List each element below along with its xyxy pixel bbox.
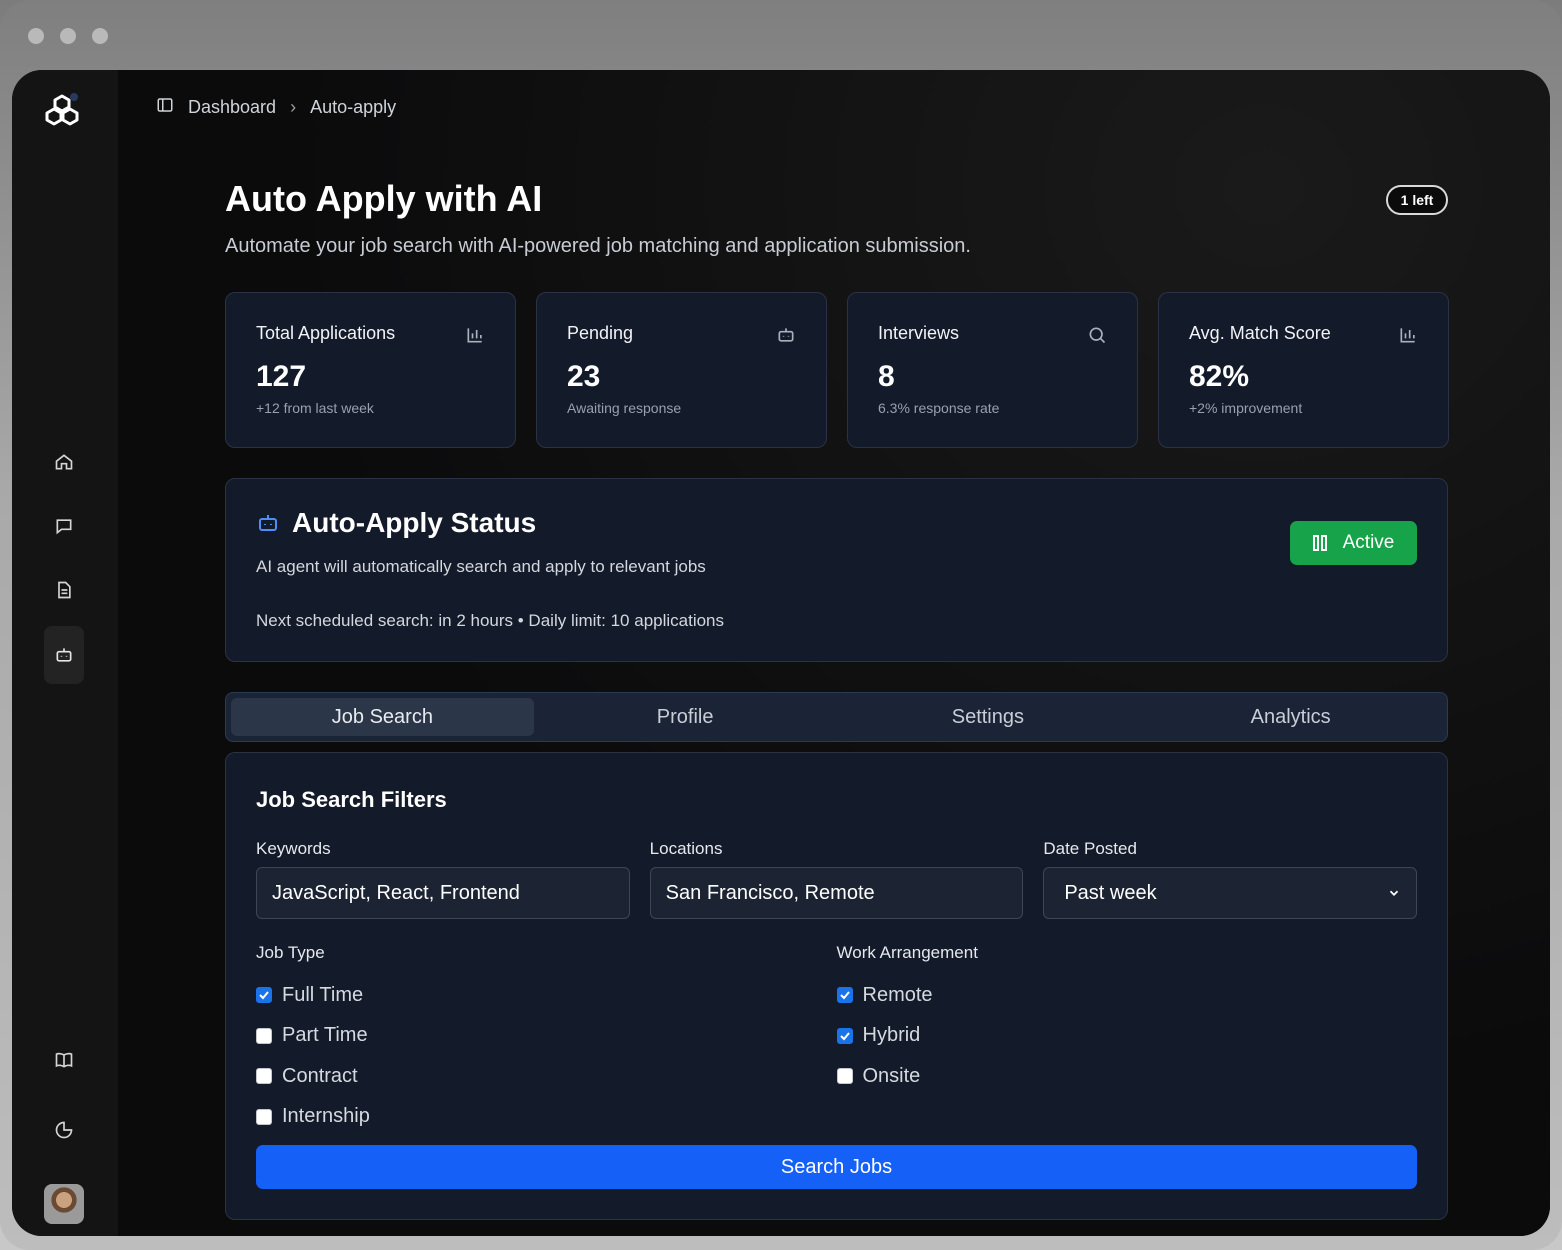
breadcrumb: Dashboard › Auto-apply bbox=[156, 96, 396, 119]
stat-sub: +12 from last week bbox=[256, 400, 374, 416]
active-label: Active bbox=[1342, 532, 1395, 553]
chevron-right-icon: › bbox=[290, 97, 297, 117]
locations-label: Locations bbox=[649, 839, 723, 858]
nav-book-icon[interactable] bbox=[44, 1040, 84, 1080]
minimize-dot[interactable] bbox=[60, 28, 76, 44]
work-arrangement-group: Work Arrangement Remote Hybrid Onsite bbox=[836, 943, 1418, 1137]
avatar[interactable] bbox=[44, 1184, 84, 1224]
stat-value: 23 bbox=[567, 360, 601, 393]
checkbox-box[interactable] bbox=[256, 1068, 272, 1085]
checkbox-label: Remote bbox=[862, 983, 933, 1006]
logo-icon[interactable] bbox=[44, 92, 80, 128]
tab-settings[interactable]: Settings bbox=[837, 698, 1140, 736]
app-frame: Dashboard › Auto-apply Auto Apply with A… bbox=[12, 70, 1550, 1236]
search-jobs-button[interactable]: Search Jobs bbox=[256, 1145, 1417, 1189]
status-heading: Auto-Apply Status bbox=[256, 507, 1417, 539]
keywords-label: Keywords bbox=[256, 839, 331, 858]
filters-title: Job Search Filters bbox=[256, 787, 447, 812]
nav-home-icon[interactable] bbox=[44, 442, 84, 482]
bot-icon bbox=[259, 515, 277, 531]
checkbox-hybrid[interactable]: Hybrid bbox=[836, 1016, 1418, 1057]
check-icon[interactable] bbox=[836, 1027, 853, 1044]
pause-icon bbox=[1312, 535, 1327, 551]
close-dot[interactable] bbox=[28, 28, 44, 44]
main-content: Dashboard › Auto-apply Auto Apply with A… bbox=[118, 70, 1550, 1236]
checkbox-contract[interactable]: Contract bbox=[256, 1056, 837, 1097]
checkbox-label: Part Time bbox=[282, 1024, 368, 1047]
stat-value: 82% bbox=[1189, 360, 1250, 393]
nav-bot-icon[interactable] bbox=[44, 626, 84, 684]
checkbox-label: Full Time bbox=[282, 983, 364, 1006]
maximize-dot[interactable] bbox=[92, 28, 108, 44]
keywords-value: JavaScript, React, Frontend bbox=[272, 881, 520, 904]
checkbox-label: Internship bbox=[282, 1105, 370, 1128]
stat-label: Pending bbox=[567, 323, 634, 343]
checkbox-label: Hybrid bbox=[862, 1024, 921, 1047]
auto-apply-status-card: Auto-Apply Status AI agent will automati… bbox=[225, 478, 1448, 662]
checkbox-internship[interactable]: Internship bbox=[256, 1097, 837, 1138]
checkbox-box[interactable] bbox=[256, 1108, 272, 1125]
locations-value: San Francisco, Remote bbox=[665, 881, 875, 904]
checkbox-box[interactable] bbox=[256, 1027, 272, 1044]
nav-document-icon[interactable] bbox=[44, 570, 84, 610]
locations-input[interactable]: San Francisco, Remote bbox=[649, 867, 1024, 919]
browser-window: Dashboard › Auto-apply Auto Apply with A… bbox=[0, 0, 1562, 1250]
nav-chat-icon[interactable] bbox=[44, 506, 84, 546]
checkbox-label: Contract bbox=[282, 1064, 358, 1087]
stat-card-pending: Pending 23 Awaiting response bbox=[536, 292, 827, 448]
checkbox-remote[interactable]: Remote bbox=[836, 975, 1418, 1016]
stat-card-total-applications: Total Applications 127 +12 from last wee… bbox=[225, 292, 516, 448]
stat-label: Total Applications bbox=[256, 323, 396, 343]
date-posted-select[interactable]: Past week bbox=[1043, 867, 1418, 919]
breadcrumb-dashboard[interactable]: Dashboard bbox=[188, 97, 276, 118]
breadcrumb-current: Auto-apply bbox=[310, 97, 397, 117]
status-schedule: Next scheduled search: in 2 hours • Dail… bbox=[256, 611, 725, 630]
tab-profile[interactable]: Profile bbox=[534, 698, 837, 736]
checkbox-onsite[interactable]: Onsite bbox=[836, 1056, 1418, 1097]
checkbox-part-time[interactable]: Part Time bbox=[256, 1016, 837, 1057]
sidebar bbox=[12, 70, 118, 1236]
credits-badge[interactable]: 1 left bbox=[1386, 185, 1448, 215]
job-type-group: Job Type Full Time Part Time Contract In… bbox=[256, 943, 837, 1137]
stat-value: 8 bbox=[878, 360, 895, 393]
job-search-filters-card: Job Search Filters Keywords JavaScript, … bbox=[225, 752, 1448, 1220]
stat-label: Avg. Match Score bbox=[1189, 323, 1331, 343]
tab-job-search[interactable]: Job Search bbox=[231, 698, 534, 736]
stat-sub: 6.3% response rate bbox=[878, 400, 1000, 416]
status-title: Auto-Apply Status bbox=[292, 507, 537, 538]
sidebar-toggle-icon[interactable] bbox=[156, 96, 174, 119]
stat-card-interviews: Interviews 8 6.3% response rate bbox=[847, 292, 1138, 448]
check-icon[interactable] bbox=[836, 987, 853, 1004]
job-type-label: Job Type bbox=[256, 943, 325, 962]
bar-chart-icon bbox=[1400, 328, 1415, 343]
chevron-down-icon bbox=[1389, 890, 1399, 896]
checkbox-full-time[interactable]: Full Time bbox=[256, 975, 837, 1016]
date-posted-value: Past week bbox=[1064, 881, 1157, 904]
tab-bar: Job Search Profile Settings Analytics bbox=[225, 692, 1448, 742]
bar-chart-icon bbox=[467, 328, 482, 343]
date-posted-label: Date Posted bbox=[1043, 839, 1137, 858]
work-arrangement-label: Work Arrangement bbox=[836, 943, 978, 962]
active-toggle-button[interactable]: Active bbox=[1290, 521, 1417, 565]
stat-card-match-score: Avg. Match Score 82% +2% improvement bbox=[1158, 292, 1449, 448]
stat-value: 127 bbox=[256, 360, 307, 393]
nav-pie-chart-icon[interactable] bbox=[44, 1110, 84, 1150]
tab-analytics[interactable]: Analytics bbox=[1139, 698, 1442, 736]
bot-icon bbox=[778, 328, 794, 342]
page-subtitle: Automate your job search with AI-powered… bbox=[225, 235, 971, 257]
keywords-input[interactable]: JavaScript, React, Frontend bbox=[256, 867, 630, 919]
stat-sub: +2% improvement bbox=[1189, 400, 1303, 416]
window-controls bbox=[28, 28, 108, 44]
stat-label: Interviews bbox=[878, 323, 960, 343]
search-icon bbox=[1089, 327, 1106, 344]
check-icon[interactable] bbox=[256, 987, 272, 1004]
status-description: AI agent will automatically search and a… bbox=[256, 557, 706, 576]
page-title: Auto Apply with AI bbox=[225, 178, 543, 219]
checkbox-box[interactable] bbox=[836, 1068, 853, 1085]
stat-sub: Awaiting response bbox=[567, 400, 682, 416]
checkbox-label: Onsite bbox=[862, 1064, 921, 1087]
